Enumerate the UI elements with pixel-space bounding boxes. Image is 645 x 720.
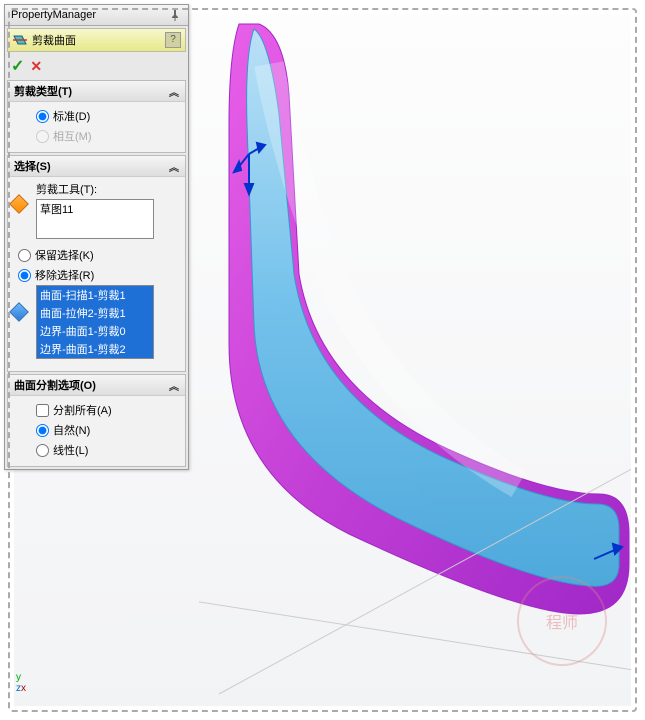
bodies-icon bbox=[12, 305, 30, 323]
list-item[interactable]: 曲面-扫描1-剪裁1 bbox=[37, 286, 153, 304]
axis-triad: y zx bbox=[16, 672, 26, 694]
bodies-list[interactable]: 曲面-扫描1-剪裁1 曲面-拉伸2-剪裁1 边界-曲面1-剪裁0 边界-曲面1-… bbox=[36, 285, 154, 359]
chevron-up-icon[interactable]: ︽ bbox=[169, 378, 179, 393]
list-item[interactable]: 曲面-拉伸2-剪裁1 bbox=[37, 304, 153, 322]
radio-keep[interactable]: 保留选择(K) bbox=[18, 245, 179, 265]
panel-title: PropertyManager bbox=[11, 9, 96, 21]
list-item[interactable]: 边界-曲面1-剪裁2 bbox=[37, 340, 153, 358]
trim-surface-icon bbox=[12, 32, 28, 48]
feature-title-bar: 剪裁曲面 ? bbox=[7, 28, 186, 52]
feature-name: 剪裁曲面 bbox=[32, 32, 76, 48]
pin-icon[interactable] bbox=[168, 8, 182, 22]
trim-tool-label: 剪裁工具(T): bbox=[36, 181, 179, 197]
cancel-button[interactable]: ✕ bbox=[30, 58, 42, 75]
radio-standard[interactable]: 标准(D) bbox=[36, 106, 179, 126]
check-split-all[interactable]: 分割所有(A) bbox=[36, 400, 179, 420]
section-head-selection[interactable]: 选择(S) ︽ bbox=[8, 156, 185, 177]
watermark: 程师 bbox=[517, 576, 607, 666]
property-manager-panel: PropertyManager 剪裁曲面 ? ✓ ✕ 剪裁类型(T) ︽ 标准(… bbox=[4, 4, 189, 470]
section-trim-type: 剪裁类型(T) ︽ 标准(D) 相互(M) bbox=[7, 80, 186, 153]
section-split-options: 曲面分割选项(O) ︽ 分割所有(A) 自然(N) 线性(L) bbox=[7, 374, 186, 467]
panel-header: PropertyManager bbox=[5, 5, 188, 26]
ok-button[interactable]: ✓ bbox=[11, 56, 24, 76]
list-item[interactable]: 草图11 bbox=[37, 200, 153, 218]
trim-tool-list[interactable]: 草图11 bbox=[36, 199, 154, 239]
confirm-row: ✓ ✕ bbox=[5, 54, 188, 78]
section-head-trim-type[interactable]: 剪裁类型(T) ︽ bbox=[8, 81, 185, 102]
list-item[interactable]: 边界-曲面1-剪裁0 bbox=[37, 322, 153, 340]
section-selection: 选择(S) ︽ 剪裁工具(T): 草图11 保留选择(K) 移除选择(R) 曲面… bbox=[7, 155, 186, 372]
radio-natural[interactable]: 自然(N) bbox=[36, 420, 179, 440]
help-button[interactable]: ? bbox=[165, 32, 181, 48]
section-head-split[interactable]: 曲面分割选项(O) ︽ bbox=[8, 375, 185, 396]
radio-mutual: 相互(M) bbox=[36, 126, 179, 146]
chevron-up-icon[interactable]: ︽ bbox=[169, 159, 179, 174]
radio-remove[interactable]: 移除选择(R) bbox=[18, 265, 179, 285]
trim-tool-icon bbox=[12, 197, 30, 215]
chevron-up-icon[interactable]: ︽ bbox=[169, 84, 179, 99]
radio-linear[interactable]: 线性(L) bbox=[36, 440, 179, 460]
